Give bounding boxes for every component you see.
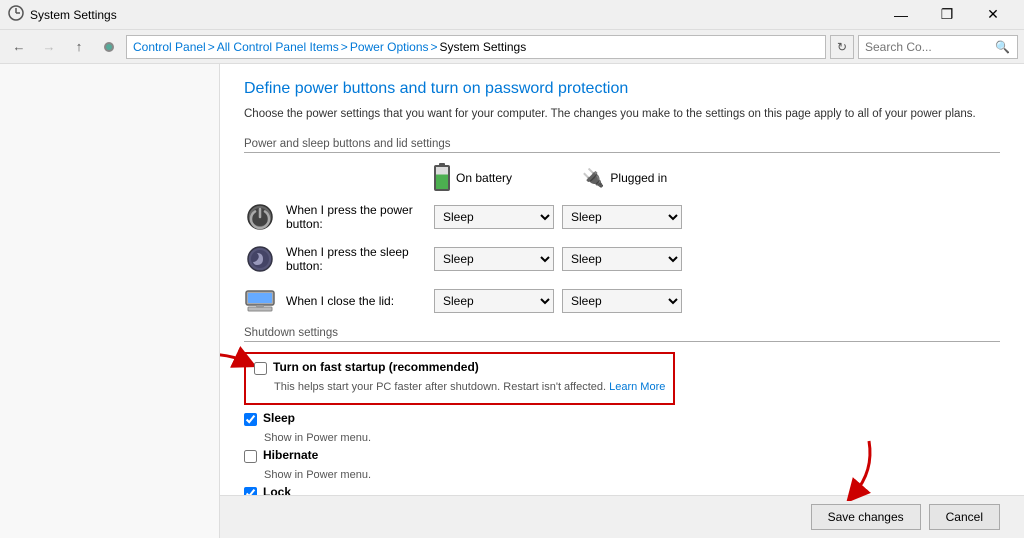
window-icon — [8, 5, 24, 24]
sleep-button-plugged-select[interactable]: SleepDo nothingHibernateShut down — [562, 247, 682, 271]
sleep-button-icon — [244, 243, 276, 275]
forward-button[interactable]: → — [36, 34, 62, 60]
search-icon: 🔍 — [995, 40, 1010, 54]
plugged-label: Plugged in — [610, 171, 667, 185]
fast-startup-box: Turn on fast startup (recommended) This … — [244, 352, 675, 405]
lid-icon — [244, 285, 276, 317]
lock-row: Lock Show in account picture menu. — [244, 485, 1000, 495]
action-bar: Save changes Cancel — [220, 495, 1024, 538]
refresh-button[interactable]: ↻ — [830, 35, 854, 59]
hibernate-sublabel: Show in Power menu. — [264, 469, 1000, 481]
lid-row: When I close the lid: SleepDo nothingHib… — [244, 285, 1000, 317]
sleep-button-battery-select[interactable]: SleepDo nothingHibernateShut down — [434, 247, 554, 271]
power-sleep-section-header: Power and sleep buttons and lid settings — [244, 138, 1000, 153]
arrow-right — [814, 436, 884, 501]
lock-checkbox[interactable] — [244, 487, 257, 495]
content-area: Define power buttons and turn on passwor… — [220, 64, 1024, 495]
breadcrumb[interactable]: Control Panel > All Control Panel Items … — [126, 35, 826, 59]
column-headers: On battery 🔌 Plugged in — [244, 165, 1000, 191]
lid-battery-select[interactable]: SleepDo nothingHibernateShut down — [434, 289, 554, 313]
address-bar: ← → ↑ Control Panel > All Control Panel … — [0, 30, 1024, 64]
sleep-checkbox[interactable] — [244, 413, 257, 426]
power-button-label: When I press the power button: — [286, 203, 434, 231]
lock-label[interactable]: Lock — [263, 485, 291, 495]
plug-icon: 🔌 — [582, 168, 604, 189]
recent-button[interactable] — [96, 34, 122, 60]
sleep-button-row: When I press the sleep button: SleepDo n… — [244, 243, 1000, 275]
power-button-plugged-select[interactable]: SleepDo nothingHibernateShut down — [562, 205, 682, 229]
battery-icon — [434, 165, 450, 191]
window-title: System Settings — [30, 8, 117, 22]
hibernate-checkbox[interactable] — [244, 450, 257, 463]
fast-startup-sublabel: This helps start your PC faster after sh… — [274, 381, 665, 393]
main-content: Define power buttons and turn on passwor… — [0, 64, 1024, 538]
hibernate-label[interactable]: Hibernate — [263, 448, 318, 462]
learn-more-link[interactable]: Learn More — [609, 381, 665, 393]
sidebar — [0, 64, 220, 538]
fast-startup-row: Turn on fast startup (recommended) — [254, 360, 665, 375]
up-button[interactable]: ↑ — [66, 34, 92, 60]
power-button-dropdowns: SleepDo nothingHibernateShut down SleepD… — [434, 205, 682, 229]
battery-column-header: On battery — [434, 165, 574, 191]
arrow-left — [220, 342, 254, 382]
lid-label: When I close the lid: — [286, 294, 434, 308]
restore-button[interactable]: ❐ — [924, 0, 970, 30]
search-box[interactable]: 🔍 — [858, 35, 1018, 59]
title-bar: System Settings — ❐ ✕ — [0, 0, 1024, 30]
hibernate-row: Hibernate Show in Power menu. — [244, 448, 1000, 481]
sleep-shutdown-sublabel: Show in Power menu. — [264, 432, 1000, 444]
search-input[interactable] — [865, 40, 995, 54]
power-button-row: When I press the power button: SleepDo n… — [244, 201, 1000, 233]
sleep-shutdown-label[interactable]: Sleep — [263, 411, 295, 425]
cancel-button[interactable]: Cancel — [929, 504, 1000, 530]
minimize-button[interactable]: — — [878, 0, 924, 30]
breadcrumb-power-options[interactable]: Power Options — [350, 40, 429, 54]
save-changes-button[interactable]: Save changes — [811, 504, 921, 530]
power-button-battery-select[interactable]: SleepDo nothingHibernateShut down — [434, 205, 554, 229]
breadcrumb-control-panel[interactable]: Control Panel — [133, 40, 206, 54]
power-button-icon — [244, 201, 276, 233]
page-title: Define power buttons and turn on passwor… — [244, 80, 1000, 98]
sleep-button-label: When I press the sleep button: — [286, 245, 434, 273]
lid-dropdowns: SleepDo nothingHibernateShut down SleepD… — [434, 289, 682, 313]
plugged-column-header: 🔌 Plugged in — [582, 168, 722, 189]
shutdown-section-header: Shutdown settings — [244, 327, 1000, 342]
fast-startup-checkbox[interactable] — [254, 362, 267, 375]
page-description: Choose the power settings that you want … — [244, 106, 1000, 122]
breadcrumb-all-items[interactable]: All Control Panel Items — [217, 40, 339, 54]
sleep-shutdown-row: Sleep Show in Power menu. — [244, 411, 1000, 444]
lid-plugged-select[interactable]: SleepDo nothingHibernateShut down — [562, 289, 682, 313]
sleep-button-dropdowns: SleepDo nothingHibernateShut down SleepD… — [434, 247, 682, 271]
breadcrumb-system-settings: System Settings — [440, 40, 527, 54]
fast-startup-label[interactable]: Turn on fast startup (recommended) — [273, 360, 479, 374]
battery-label: On battery — [456, 171, 512, 185]
close-button[interactable]: ✕ — [970, 0, 1016, 30]
back-button[interactable]: ← — [6, 34, 32, 60]
